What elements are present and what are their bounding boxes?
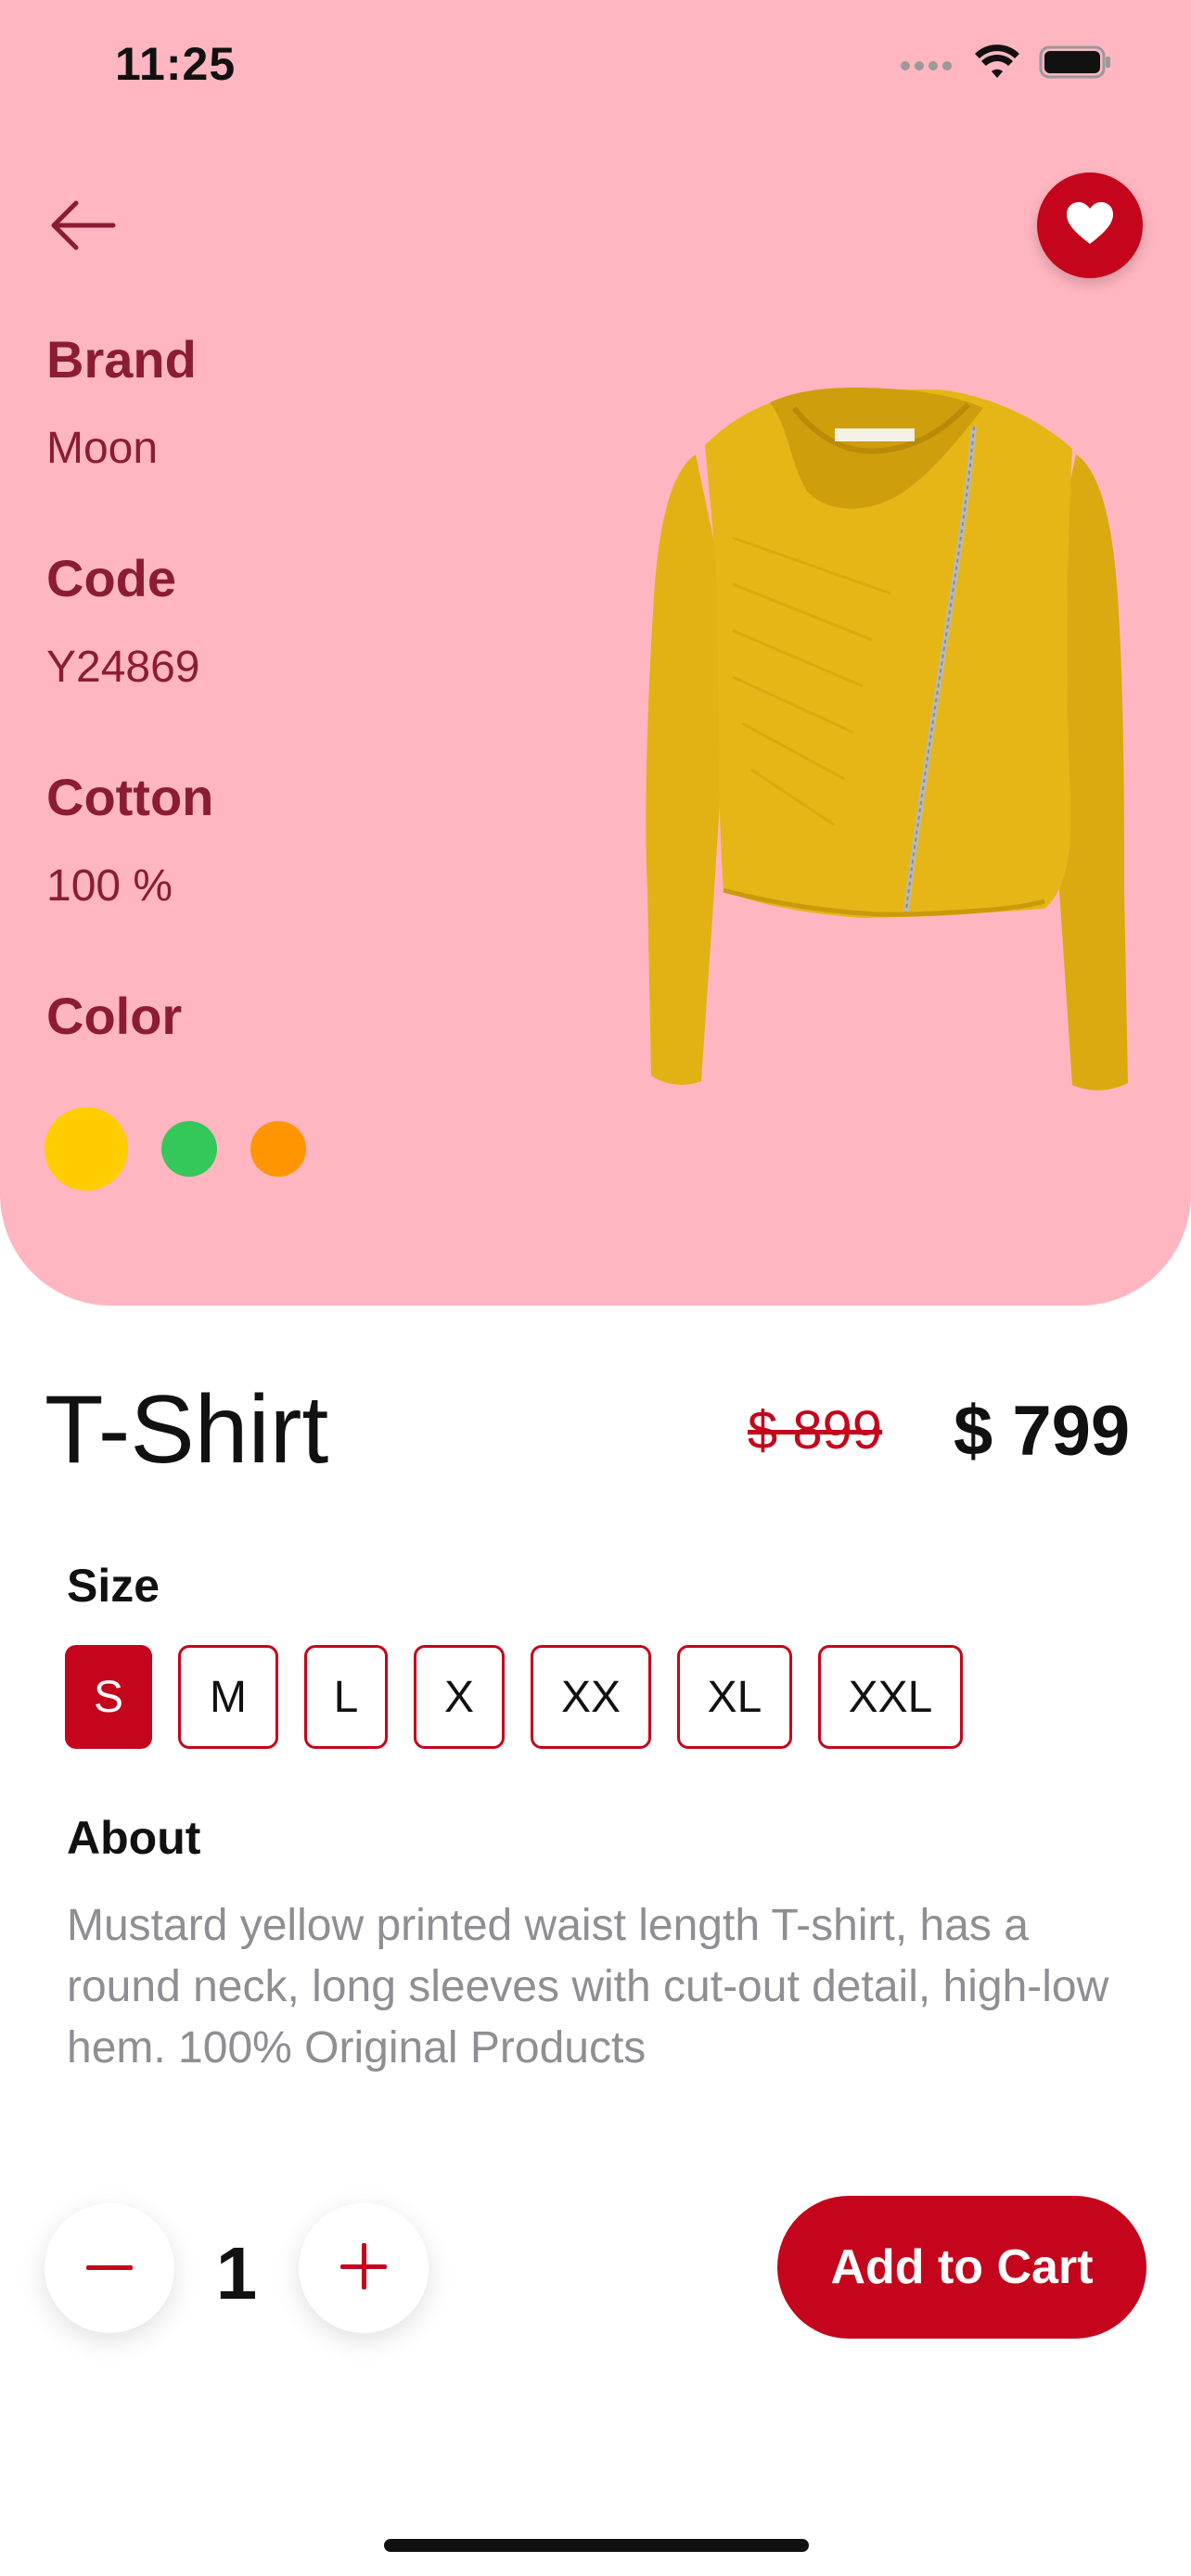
back-button[interactable] <box>41 185 124 269</box>
wifi-icon <box>974 45 1020 84</box>
original-price: $ 899 <box>748 1400 883 1460</box>
spec-label: Color <box>46 987 183 1045</box>
spec-value: Y24869 <box>46 643 200 692</box>
color-swatch-orange[interactable] <box>250 1121 306 1177</box>
size-option-x[interactable]: X <box>414 1645 505 1749</box>
quantity-value: 1 <box>215 2232 258 2315</box>
size-option-xx[interactable]: XX <box>531 1645 651 1749</box>
status-time: 11:25 <box>115 38 237 90</box>
spec-cotton: Cotton 100 % <box>46 764 213 983</box>
size-option-l[interactable]: L <box>304 1645 388 1749</box>
product-image <box>646 388 1128 1090</box>
size-option-s[interactable]: S <box>65 1645 152 1749</box>
minus-icon <box>86 2260 133 2276</box>
spec-label: Brand <box>46 330 197 389</box>
spec-code: Code Y24869 <box>46 545 213 764</box>
size-option-m[interactable]: M <box>178 1645 278 1749</box>
arrow-left-icon <box>48 199 117 256</box>
product-detail-screen: 11:25 Brand Moon Code Y24869 Cotton 100 … <box>0 0 1191 2576</box>
about-heading: About <box>67 1812 201 1864</box>
size-option-xxl[interactable]: XXL <box>818 1645 963 1749</box>
product-hero-panel: 11:25 Brand Moon Code Y24869 Cotton 100 … <box>0 0 1191 1306</box>
size-heading: Size <box>67 1560 160 1612</box>
favorite-button[interactable] <box>1037 172 1143 278</box>
spec-value: Moon <box>46 424 159 473</box>
product-specs: Brand Moon Code Y24869 Cotton 100 % Colo… <box>46 326 213 1202</box>
product-title: T-Shirt <box>45 1376 329 1484</box>
home-indicator <box>384 2539 809 2552</box>
add-to-cart-button[interactable]: Add to Cart <box>777 2196 1146 2339</box>
spec-label: Cotton <box>46 768 214 826</box>
battery-icon <box>1039 45 1113 83</box>
plus-icon <box>340 2242 387 2294</box>
spec-label: Code <box>46 549 176 607</box>
heart-icon <box>1065 201 1115 250</box>
color-swatches <box>45 1107 339 1191</box>
color-swatch-yellow[interactable] <box>45 1107 128 1191</box>
signal-icon <box>900 53 955 76</box>
size-option-xl[interactable]: XL <box>677 1645 792 1749</box>
sale-price: $ 799 <box>954 1392 1131 1471</box>
about-description: Mustard yellow printed waist length T-sh… <box>67 1901 1109 2072</box>
size-selector: S M L X XX XL XXL <box>65 1645 963 1749</box>
spec-brand: Brand Moon <box>46 326 213 545</box>
status-icons <box>900 45 1113 84</box>
color-swatch-green[interactable] <box>161 1121 217 1177</box>
spec-value: 100 % <box>46 861 173 911</box>
increase-quantity-button[interactable] <box>299 2203 429 2333</box>
decrease-quantity-button[interactable] <box>45 2203 174 2333</box>
